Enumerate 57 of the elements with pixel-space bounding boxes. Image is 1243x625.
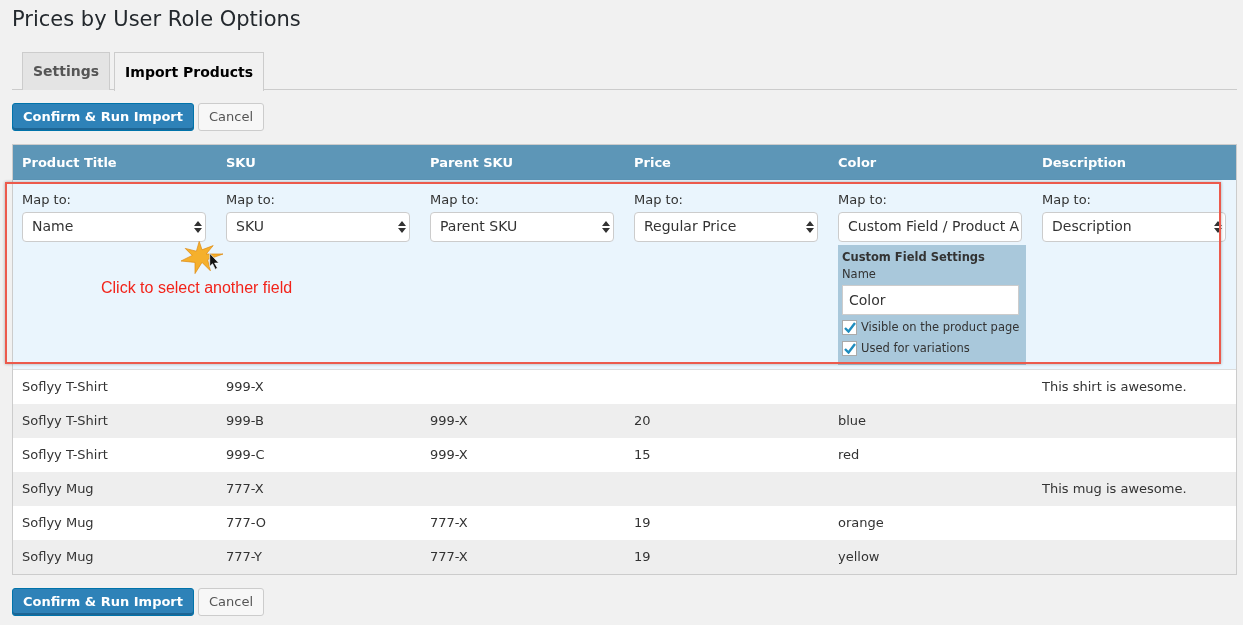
name-input[interactable]: Color [842, 285, 1019, 315]
column-header: Description [1041, 153, 1128, 172]
cancel-button[interactable]: Cancel [198, 588, 265, 616]
table-cell-text: 20 [633, 412, 652, 431]
field-label: Name [842, 265, 877, 283]
table-cell-text: 777-Y [225, 548, 263, 567]
checkbox-label: Visible on the product page [861, 319, 1020, 336]
table-cell-text: red [837, 446, 861, 465]
table-cell-text: This shirt is awesome. [1041, 378, 1188, 397]
table-cell-text: 15 [633, 446, 652, 465]
tab[interactable]: Import Products [114, 52, 265, 91]
mapping-select[interactable]: SKU [226, 211, 410, 242]
table-cell-text: Soflyy T-Shirt [21, 378, 109, 397]
column-header: Color [837, 153, 878, 172]
table-cell-text: 19 [633, 548, 652, 567]
checkbox-label: Used for variations [861, 340, 970, 358]
page-title: Prices by User Role Options [12, 6, 302, 32]
table-cell-text: orange [837, 514, 885, 533]
field-label: Map to: [430, 191, 479, 209]
table-cell-text: 19 [633, 514, 652, 533]
table-cell-text: Soflyy Mug [21, 480, 95, 499]
tab[interactable]: Settings [22, 52, 111, 90]
table-cell-text: 999-C [225, 446, 266, 465]
mapping-select[interactable]: Regular Price [634, 211, 818, 242]
mapping-select[interactable]: Parent SKU [430, 211, 614, 242]
confirm-import-button[interactable]: Confirm & Run Import [12, 103, 194, 131]
table-cell-text: Soflyy Mug [21, 514, 95, 533]
column-header: Price [633, 153, 672, 172]
mapping-select[interactable]: Name [22, 211, 206, 242]
panel-title: Custom Field Settings [842, 248, 986, 266]
column-header: Parent SKU [429, 153, 514, 172]
table-cell-text: 777-X [225, 480, 265, 499]
table-cell-text: Soflyy T-Shirt [21, 446, 109, 465]
field-label: Map to: [838, 191, 887, 209]
table-cell-text: 777-X [429, 548, 469, 567]
mapping-select[interactable]: Description [1042, 211, 1226, 242]
field-label: Map to: [634, 191, 683, 209]
table-cell-text: 999-X [429, 412, 469, 431]
field-label: Map to: [1042, 191, 1091, 209]
cancel-button[interactable]: Cancel [198, 103, 265, 131]
table-cell-text: Soflyy Mug [21, 548, 95, 567]
field-label: Map to: [226, 191, 275, 209]
table-cell-text: 777-X [429, 514, 469, 533]
table-cell-text: 777-O [225, 514, 268, 533]
table-cell-text: yellow [837, 548, 881, 567]
table-cell-text: 999-X [225, 378, 265, 397]
table-cell-text: 999-B [225, 412, 265, 431]
mapping-select[interactable]: Custom Field / Product A [838, 211, 1022, 242]
table-cell-text: This mug is awesome. [1041, 480, 1188, 499]
table-cell-text: 999-X [429, 446, 469, 465]
column-header: SKU [225, 153, 257, 172]
field-label: Map to: [22, 191, 71, 209]
column-header: Product Title [21, 153, 118, 172]
annotation-text: Click to select another field [101, 278, 293, 298]
table-cell-text: blue [837, 412, 868, 431]
confirm-import-button[interactable]: Confirm & Run Import [12, 588, 194, 616]
table-cell-text: Soflyy T-Shirt [21, 412, 109, 431]
